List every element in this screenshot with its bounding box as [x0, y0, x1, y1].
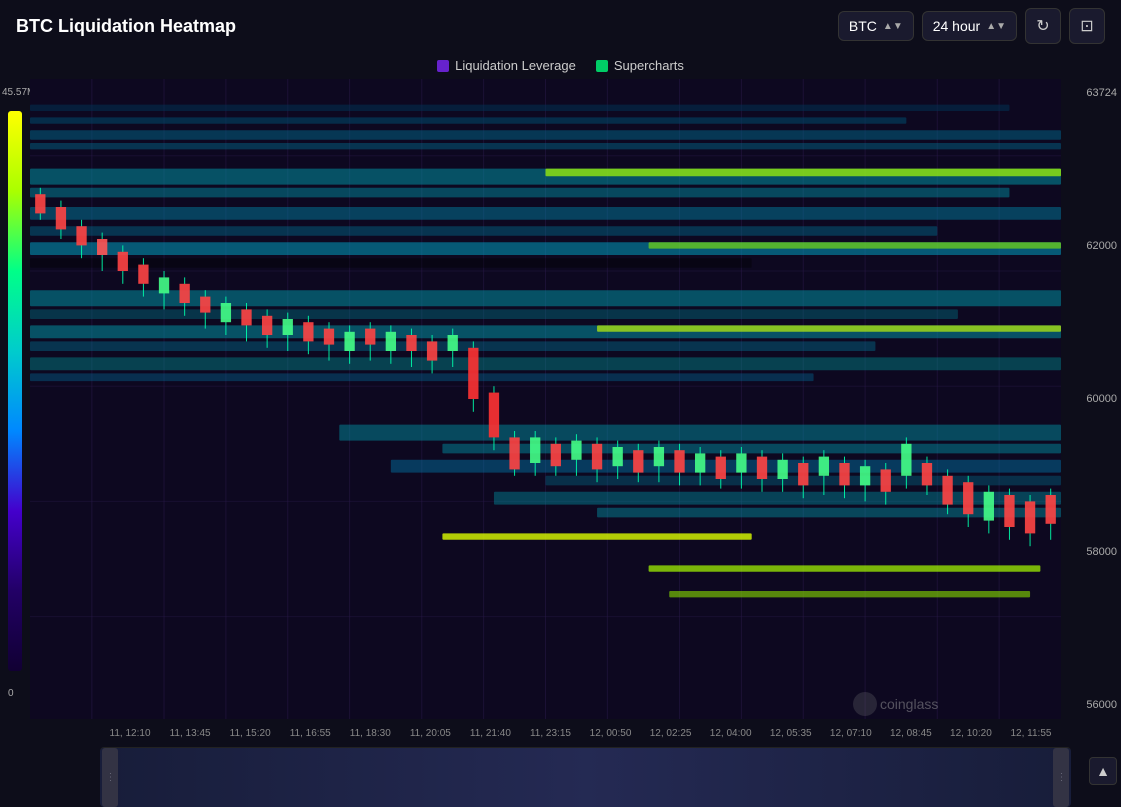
legend-label-liquidation: Liquidation Leverage — [455, 58, 576, 73]
price-label-3: 60000 — [1065, 393, 1117, 405]
camera-button[interactable]: ⊡ — [1069, 8, 1105, 44]
minimap[interactable]: ⋮ ⋮ — [100, 747, 1071, 807]
price-label-4: 58000 — [1065, 546, 1117, 558]
time-label-2: 11, 15:20 — [220, 728, 280, 739]
time-dropdown-arrow: ▲▼ — [986, 21, 1006, 32]
handle-right-dots: ⋮ — [1057, 772, 1066, 783]
camera-icon: ⊡ — [1080, 16, 1093, 36]
time-label-0: 11, 12:10 — [100, 728, 160, 739]
legend-dot-supercharts — [596, 60, 608, 72]
gradient-bar — [8, 111, 22, 671]
price-label-5: 56000 — [1065, 699, 1117, 711]
time-value: 24 hour — [933, 18, 980, 34]
refresh-button[interactable]: ↻ — [1025, 8, 1061, 44]
coin-selector[interactable]: BTC ▲▼ — [838, 11, 914, 41]
controls: BTC ▲▼ 24 hour ▲▼ ↻ ⊡ — [838, 8, 1105, 44]
time-label-10: 12, 04:00 — [701, 728, 761, 739]
heatmap-svg: coinglass — [30, 79, 1061, 719]
time-label-15: 12, 11:55 — [1001, 728, 1061, 739]
time-label-8: 12, 00:50 — [581, 728, 641, 739]
time-label-1: 11, 13:45 — [160, 728, 220, 739]
page-title: BTC Liquidation Heatmap — [16, 16, 838, 37]
color-scale: 45.57M 0 — [0, 79, 30, 719]
time-label-13: 12, 08:45 — [881, 728, 941, 739]
time-label-6: 11, 21:40 — [460, 728, 520, 739]
coin-dropdown-arrow: ▲▼ — [883, 21, 903, 32]
time-label-9: 12, 02:25 — [641, 728, 701, 739]
coin-value: BTC — [849, 18, 877, 34]
handle-left-dots: ⋮ — [106, 772, 115, 783]
time-label-12: 12, 07:10 — [821, 728, 881, 739]
refresh-icon: ↻ — [1036, 16, 1049, 36]
legend-dot-liquidation — [437, 60, 449, 72]
time-label-11: 12, 05:35 — [761, 728, 821, 739]
scroll-top-icon: ▲ — [1096, 763, 1110, 779]
chart-area[interactable]: coinglass — [30, 79, 1061, 719]
header: BTC Liquidation Heatmap BTC ▲▼ 24 hour ▲… — [0, 0, 1121, 52]
time-label-14: 12, 10:20 — [941, 728, 1001, 739]
svg-text:coinglass: coinglass — [880, 696, 938, 712]
time-selector[interactable]: 24 hour ▲▼ — [922, 11, 1017, 41]
minimap-right-handle[interactable]: ⋮ — [1053, 748, 1069, 807]
scale-label-bottom: 0 — [8, 688, 14, 699]
scroll-top-button[interactable]: ▲ — [1089, 757, 1117, 785]
price-axis: 63724 62000 60000 58000 56000 — [1061, 79, 1121, 719]
time-label-3: 11, 16:55 — [280, 728, 340, 739]
time-label-4: 11, 18:30 — [340, 728, 400, 739]
minimap-background — [100, 748, 1071, 807]
price-label-1: 63724 — [1065, 87, 1117, 99]
legend-item-liquidation: Liquidation Leverage — [437, 58, 576, 73]
legend-item-supercharts: Supercharts — [596, 58, 684, 73]
time-label-7: 11, 23:15 — [520, 728, 580, 739]
time-label-5: 11, 20:05 — [400, 728, 460, 739]
time-axis: 11, 12:10 11, 13:45 11, 15:20 11, 16:55 … — [50, 719, 1061, 747]
chart-container: 45.57M 0 — [0, 79, 1121, 719]
legend: Liquidation Leverage Supercharts — [0, 52, 1121, 79]
minimap-left-handle[interactable]: ⋮ — [102, 748, 118, 807]
price-label-2: 62000 — [1065, 240, 1117, 252]
legend-label-supercharts: Supercharts — [614, 58, 684, 73]
